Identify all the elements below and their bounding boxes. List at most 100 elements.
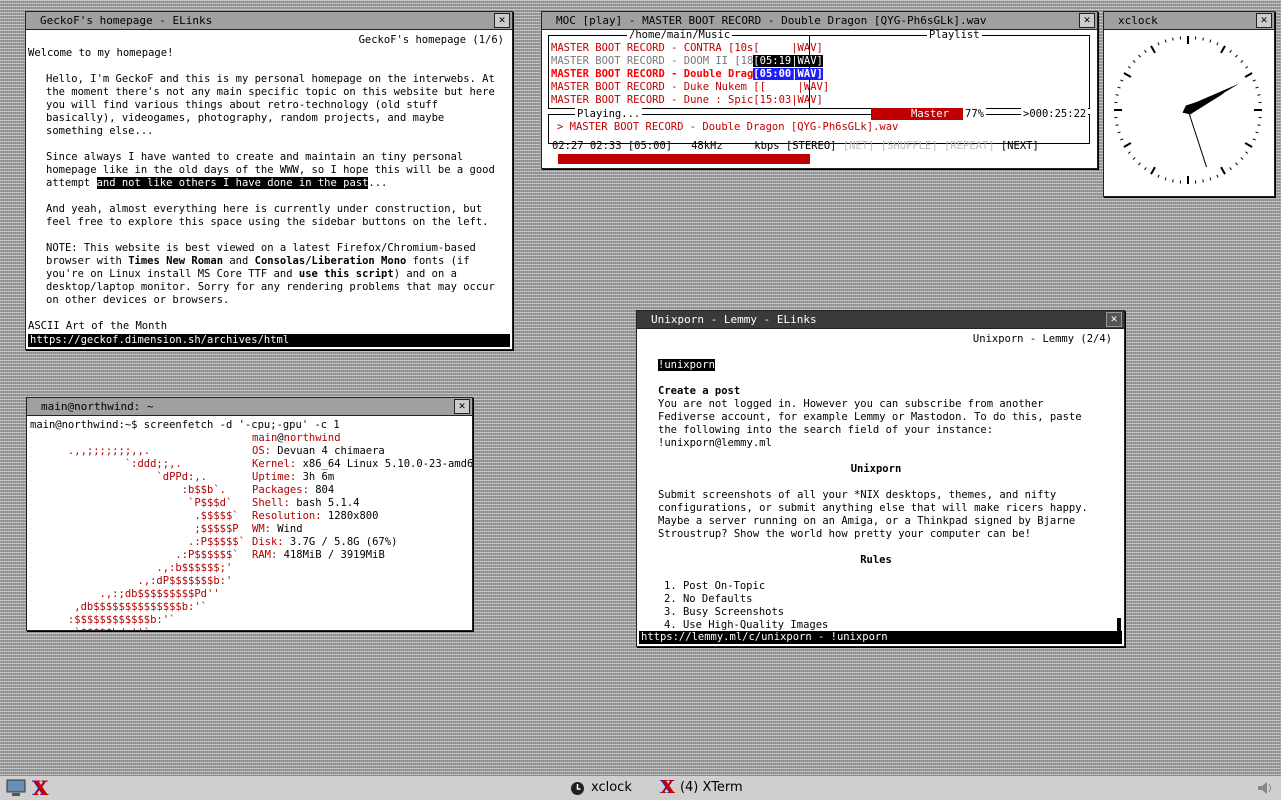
taskbar-xterm-label: (4) XTerm	[680, 776, 743, 800]
window-title: MOC [play] - MASTER BOOT RECORD - Double…	[556, 14, 986, 27]
clock-tick	[1165, 40, 1166, 43]
logo-line: `P$$$d`	[30, 497, 245, 510]
xterm-window[interactable]: main@northwind: ~ ✕ main@northwind:~$ sc…	[26, 397, 473, 631]
playlist-track[interactable]: MASTER BOOT RECORD - Duke Nukem [[ |WAV]	[551, 81, 809, 94]
user-host: main@northwind	[252, 432, 472, 445]
logo-line: .,,;;;;;;;,,.	[30, 445, 245, 458]
clock-tick	[1118, 87, 1121, 88]
moc-window[interactable]: MOC [play] - MASTER BOOT RECORD - Double…	[541, 11, 1098, 169]
command-prompt: main@northwind:~$ screenfetch -d '-cpu;-…	[30, 419, 469, 432]
community-heading: Unixporn	[658, 463, 1094, 476]
close-icon[interactable]: ✕	[454, 399, 470, 414]
clock-tick	[1128, 152, 1130, 154]
playlist-label: Playlist	[927, 30, 982, 41]
clock-tick	[1257, 95, 1260, 96]
info-row: RAM: 418MiB / 3919MiB	[252, 549, 472, 562]
directory-path: /home/main/Music	[627, 30, 732, 41]
logo-line: .$$$$$`	[30, 510, 245, 523]
taskbar-xclock[interactable]: xclock	[570, 776, 632, 800]
elinks-homepage-titlebar[interactable]: GeckoF's homepage - ELinks ✕	[26, 12, 512, 30]
xterm-titlebar[interactable]: main@northwind: ~ ✕	[27, 398, 472, 416]
clock-tick	[1173, 38, 1174, 41]
logo-line: ;$$$$$P	[30, 523, 245, 536]
scrollbar[interactable]	[1117, 618, 1121, 632]
clock-tick	[1230, 50, 1232, 52]
playlist-track[interactable]: MASTER BOOT RECORD - DOOM II [18[05:19|W…	[551, 55, 809, 68]
clock-tick	[1257, 125, 1260, 126]
xterm-launcher[interactable]: X	[32, 776, 48, 800]
second-hand	[1188, 110, 1207, 167]
terminal-output[interactable]: main@northwind:~$ screenfetch -d '-cpu;-…	[27, 416, 472, 630]
elinks-lemmy-titlebar[interactable]: Unixporn - Lemmy - ELinks ✕	[637, 311, 1124, 329]
logo-line: .,:b$$$$$$;'	[30, 562, 245, 575]
close-icon[interactable]: ✕	[1079, 13, 1095, 28]
selected-link[interactable]: and not like others I have done in the p…	[97, 177, 369, 189]
playlist-track[interactable]: MASTER BOOT RECORD - Dune : Spic[15:03|W…	[551, 94, 809, 107]
progress-bar[interactable]	[558, 154, 810, 164]
clock-tick	[1128, 67, 1130, 69]
clock-tick	[1203, 179, 1204, 182]
create-post-heading[interactable]: Create a post	[658, 385, 1094, 398]
logo-line: `dPPd:,.	[30, 471, 245, 484]
clock-tick	[1151, 46, 1155, 53]
info-row: Disk: 3.7G / 5.8G (67%)	[252, 536, 472, 549]
volume-tray[interactable]	[1256, 776, 1274, 800]
taskbar: X xclock X (4) XTerm	[0, 775, 1281, 800]
playlist-track[interactable]: MASTER BOOT RECORD - CONTRA [10s[ |WAV]	[551, 42, 809, 55]
clock-tick	[1210, 40, 1211, 43]
clock-tick	[1145, 50, 1147, 52]
clock-tick	[1124, 73, 1131, 77]
logo-line: .,:;db$$$$$$$$$Pd''	[30, 588, 245, 601]
clock-tick	[1203, 38, 1204, 41]
script-link[interactable]: use this script	[299, 268, 394, 280]
info-row: WM: Wind	[252, 523, 472, 536]
volume-bar[interactable]: Master	[871, 108, 965, 120]
clock-tick	[1173, 179, 1174, 182]
logo-line: ,db$$$$$$$$$$$$$$b:'`	[30, 601, 245, 614]
note-paragraph: NOTE: This website is best viewed on a l…	[46, 242, 500, 307]
clock-tick	[1221, 46, 1225, 53]
rule-item[interactable]: 3. Busy Screenshots	[664, 606, 1094, 619]
x-logo-icon: X	[660, 776, 674, 800]
xclock-titlebar[interactable]: xclock ✕	[1104, 12, 1274, 30]
close-icon[interactable]: ✕	[1256, 13, 1272, 28]
total-time: >000:25:22	[1021, 108, 1088, 120]
clock-tick	[1245, 143, 1252, 147]
info-row: Kernel: x86_64 Linux 5.10.0-23-amd64	[252, 458, 472, 471]
xclock-window[interactable]: xclock ✕	[1103, 11, 1275, 197]
logo-line: .,:dP$$$$$$$b:'	[30, 575, 245, 588]
clock-tick	[1217, 175, 1218, 178]
clock-tick	[1245, 152, 1247, 154]
rule-item[interactable]: 2. No Defaults	[664, 593, 1094, 606]
next-flag: [NEXT]	[1001, 140, 1039, 152]
file-browser[interactable]: /home/main/Music Playlist MASTER BOOT RE…	[548, 35, 1090, 109]
logo-line: .:P$$$$$$`	[30, 549, 245, 562]
elinks-homepage-window[interactable]: GeckoF's homepage - ELinks ✕ GeckoF's ho…	[25, 11, 513, 350]
construction-paragraph: And yeah, almost everything here is curr…	[46, 203, 500, 229]
clock-tick	[1118, 132, 1121, 133]
community-link[interactable]: !unixporn	[658, 359, 715, 371]
status-bar: https://lemmy.ml/c/unixporn - !unixporn	[639, 631, 1122, 644]
rule-item[interactable]: 1. Post On-Topic	[664, 580, 1094, 593]
clock-tick	[1221, 167, 1225, 174]
playlist-track[interactable]: MASTER BOOT RECORD - Double Drag[05:00|W…	[551, 68, 809, 81]
close-icon[interactable]: ✕	[1106, 312, 1122, 327]
track-list[interactable]: MASTER BOOT RECORD - CONTRA [10s[ |WAV]M…	[551, 42, 809, 107]
elinks-lemmy-window[interactable]: Unixporn - Lemmy - ELinks ✕ Unixporn - L…	[636, 310, 1125, 647]
clock-tick	[1133, 158, 1135, 160]
clock-tick	[1241, 158, 1243, 160]
taskbar-xterm[interactable]: X (4) XTerm	[660, 776, 743, 800]
system-info: OS: Devuan 4 chimaeraKernel: x86_64 Linu…	[252, 445, 472, 562]
start-menu-button[interactable]	[6, 776, 26, 800]
clock-tick	[1120, 80, 1123, 81]
speaker-icon	[1256, 780, 1274, 796]
moc-titlebar[interactable]: MOC [play] - MASTER BOOT RECORD - Double…	[542, 12, 1097, 30]
monitor-icon	[6, 779, 26, 797]
page-header: Unixporn - Lemmy (2/4)	[639, 333, 1122, 346]
clock-tick	[1245, 73, 1252, 77]
clock-tick	[1253, 139, 1256, 140]
info-row: Resolution: 1280x800	[252, 510, 472, 523]
clock-tick	[1256, 132, 1259, 133]
close-icon[interactable]: ✕	[494, 13, 510, 28]
clock-tick	[1241, 60, 1243, 62]
